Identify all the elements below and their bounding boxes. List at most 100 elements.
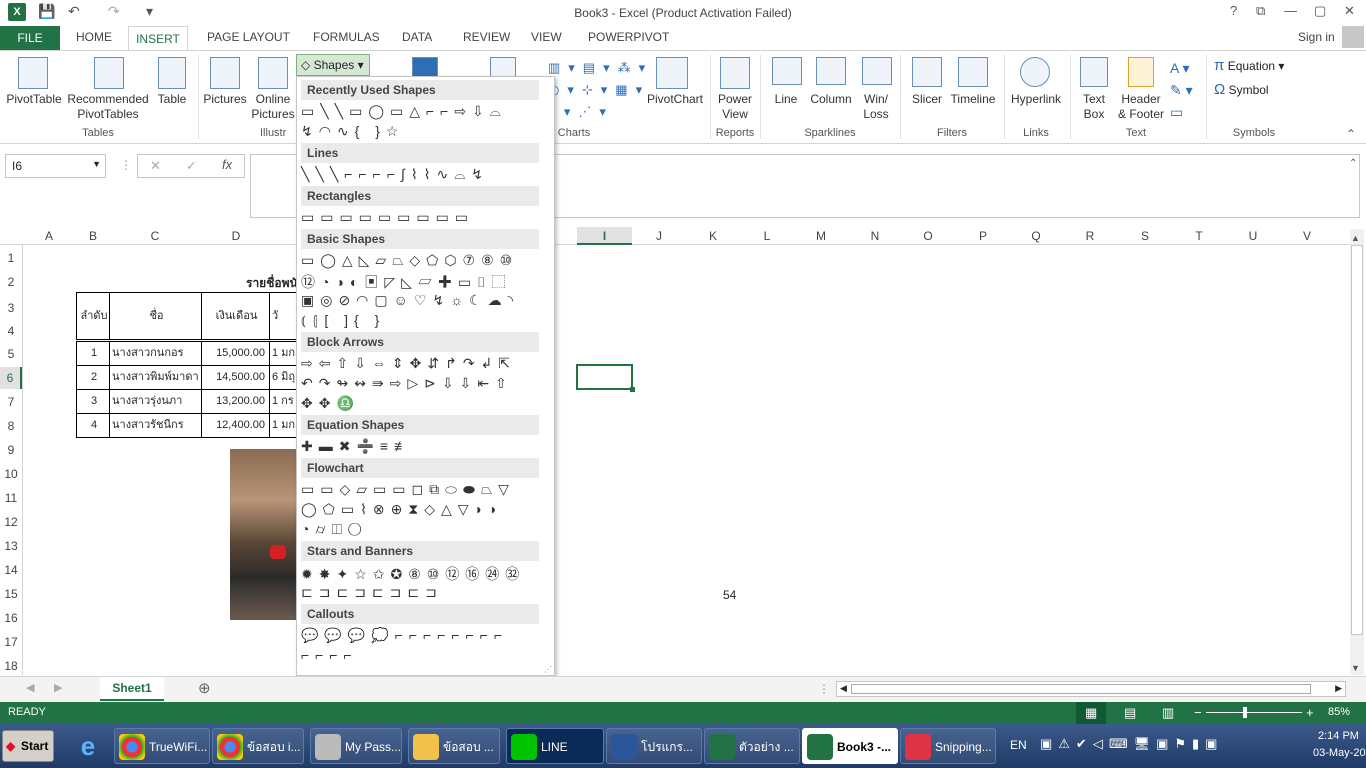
taskbar-item-book3[interactable]: Book3 -... bbox=[802, 728, 898, 764]
tab-view[interactable]: VIEW bbox=[531, 30, 562, 44]
tab-page-layout[interactable]: PAGE LAYOUT bbox=[207, 30, 290, 44]
header-cell-order[interactable]: ลำดับ bbox=[76, 292, 110, 340]
tab-insert[interactable]: INSERT bbox=[128, 26, 188, 52]
sparkline-winloss-button[interactable]: Win/ Loss bbox=[856, 92, 896, 122]
help-button[interactable]: ? bbox=[1230, 3, 1237, 18]
shapes-button[interactable]: ◇ Shapes ▾ bbox=[296, 54, 370, 76]
table-cell[interactable]: 6 มิถุ bbox=[269, 365, 297, 390]
resize-grip-icon[interactable]: ⋰ bbox=[544, 665, 552, 674]
sparkline-column-button[interactable]: Column bbox=[806, 92, 856, 107]
header-cell-name[interactable]: ชื่อ bbox=[109, 292, 202, 340]
header-footer-button[interactable]: Header & Footer bbox=[1114, 92, 1168, 122]
wordart-icon[interactable]: A ▾ ✎ ▾ ▭ bbox=[1170, 57, 1193, 123]
collapse-ribbon-icon[interactable]: ⌃ bbox=[1346, 127, 1356, 141]
tab-review[interactable]: REVIEW bbox=[463, 30, 510, 44]
column-header-b[interactable]: B bbox=[82, 229, 104, 243]
row-header[interactable]: 8 bbox=[0, 419, 22, 433]
row-header[interactable]: 7 bbox=[0, 395, 22, 409]
tab-file[interactable]: FILE bbox=[0, 26, 60, 50]
row-header[interactable]: 2 bbox=[0, 275, 22, 289]
shapes-row[interactable]: 💬💬💬💭⌐⌐⌐⌐⌐⌐⌐⌐ bbox=[301, 627, 508, 644]
row-header[interactable]: 10 bbox=[0, 467, 22, 481]
shapes-row[interactable]: ↶↷↬↭⇛⇨▷⊳⇩⇩⇤⇧ bbox=[301, 375, 513, 392]
zoom-slider-thumb[interactable] bbox=[1243, 707, 1247, 718]
column-header-l[interactable]: L bbox=[756, 229, 778, 243]
row-header[interactable]: 4 bbox=[0, 324, 22, 338]
fill-handle[interactable] bbox=[630, 387, 635, 392]
taskbar-item-truewifi[interactable]: TrueWiFi... bbox=[114, 728, 210, 764]
prev-sheet-icon[interactable]: ◀ bbox=[26, 681, 34, 694]
inserted-photo[interactable] bbox=[230, 449, 297, 620]
table-cell[interactable]: 2 bbox=[76, 365, 110, 390]
page-break-view-icon[interactable]: ▥ bbox=[1162, 705, 1174, 721]
user-avatar[interactable] bbox=[1342, 26, 1364, 48]
row-header[interactable]: 15 bbox=[0, 587, 22, 601]
row-header-selected[interactable]: 6 bbox=[0, 367, 22, 389]
taskbar-item-excel-example[interactable]: ตัวอย่าง ... bbox=[704, 728, 800, 764]
close-button[interactable]: ✕ bbox=[1344, 3, 1355, 19]
table-cell[interactable]: 4 bbox=[76, 413, 110, 438]
horizontal-scrollbar[interactable]: ◀ ▶ bbox=[836, 681, 1346, 697]
shapes-row[interactable]: ⦅⦃[ ]{ } bbox=[301, 312, 385, 329]
column-header-u[interactable]: U bbox=[1242, 229, 1264, 243]
row-header[interactable]: 9 bbox=[0, 443, 22, 457]
pivottable-button[interactable]: PivotTable bbox=[4, 92, 64, 107]
row-header[interactable]: 13 bbox=[0, 539, 22, 553]
minimize-button[interactable]: — bbox=[1284, 3, 1297, 18]
scrollbar-thumb[interactable] bbox=[1351, 245, 1363, 635]
shapes-row[interactable]: ⌐⌐⌐⌐ bbox=[301, 647, 358, 663]
slicer-button[interactable]: Slicer bbox=[904, 92, 950, 107]
table-cell[interactable]: 3 bbox=[76, 389, 110, 414]
add-sheet-icon[interactable]: ⊕ bbox=[198, 679, 211, 697]
system-tray-icons[interactable]: ▣⚠✔◁⌨🖥▣⚑▮▣ bbox=[1040, 736, 1223, 752]
next-sheet-icon[interactable]: ▶ bbox=[54, 681, 62, 694]
column-header-r[interactable]: R bbox=[1079, 229, 1101, 243]
scrollbar-thumb[interactable] bbox=[851, 684, 1311, 694]
scroll-up-icon[interactable]: ▲ bbox=[1351, 233, 1360, 243]
column-header-p[interactable]: P bbox=[972, 229, 994, 243]
internet-explorer-icon[interactable]: e bbox=[70, 728, 106, 764]
row-header[interactable]: 5 bbox=[0, 347, 22, 361]
scroll-right-icon[interactable]: ▶ bbox=[1335, 683, 1342, 694]
shapes-row[interactable]: ╲╲╲⌐⌐⌐⌐∫⌇⌇∿⌓↯ bbox=[301, 166, 489, 183]
row-header[interactable]: 3 bbox=[0, 301, 22, 315]
zoom-out-button[interactable]: − bbox=[1194, 705, 1202, 720]
pivotchart-button[interactable]: PivotChart bbox=[640, 92, 710, 107]
scroll-down-icon[interactable]: ▼ bbox=[1351, 663, 1360, 673]
clock-time[interactable]: 2:14 PM bbox=[1318, 730, 1359, 742]
page-layout-view-icon[interactable]: ▤ bbox=[1124, 705, 1136, 721]
taskbar-item-folder[interactable]: ข้อสอบ ... bbox=[408, 728, 500, 764]
tab-powerpivot[interactable]: POWERPIVOT bbox=[588, 30, 669, 44]
column-header-q[interactable]: Q bbox=[1025, 229, 1047, 243]
shapes-row[interactable]: ✥✥♎ bbox=[301, 395, 360, 412]
table-cell[interactable]: 12,400.00 bbox=[201, 413, 270, 438]
selected-cell-i6[interactable] bbox=[576, 364, 635, 392]
zoom-in-button[interactable]: + bbox=[1306, 705, 1314, 720]
clock-date[interactable]: 03-May-20 bbox=[1313, 747, 1366, 759]
table-cell[interactable]: 1 bbox=[76, 341, 110, 366]
recommended-pivottables-button[interactable]: Recommended PivotTables bbox=[64, 92, 152, 122]
table-cell[interactable]: นางสาวกนกอร bbox=[109, 341, 202, 366]
scroll-left-icon[interactable]: ◀ bbox=[840, 683, 847, 694]
sign-in-link[interactable]: Sign in bbox=[1298, 30, 1335, 44]
table-cell[interactable]: 1 กร bbox=[269, 389, 297, 414]
table-cell[interactable]: 13,200.00 bbox=[201, 389, 270, 414]
enter-icon[interactable]: ✓ bbox=[186, 158, 197, 174]
tab-formulas[interactable]: FORMULAS bbox=[313, 30, 380, 44]
taskbar-item-line[interactable]: LINE bbox=[506, 728, 604, 764]
column-header-v[interactable]: V bbox=[1296, 229, 1318, 243]
start-button[interactable]: ◆ Start bbox=[2, 730, 54, 762]
shapes-row[interactable]: ↯◠∿{ }☆ bbox=[301, 123, 404, 140]
column-header-c[interactable]: C bbox=[144, 229, 166, 243]
row-header[interactable]: 11 bbox=[0, 491, 22, 505]
shapes-row[interactable]: ⊏⊐⊏⊐⊏⊐⊏⊐ bbox=[301, 584, 443, 601]
row-header[interactable]: 17 bbox=[0, 635, 22, 649]
insert-function-icon[interactable]: fx bbox=[222, 157, 232, 172]
row-header[interactable]: 16 bbox=[0, 611, 22, 625]
header-cell-date[interactable]: วั bbox=[269, 292, 297, 340]
hyperlink-button[interactable]: Hyperlink bbox=[1006, 92, 1066, 107]
table-button[interactable]: Table bbox=[152, 92, 192, 107]
shapes-row[interactable]: ▭╲╲▭◯▭△⌐⌐⇨⇩⌓ bbox=[301, 103, 507, 120]
ribbon-display-button[interactable]: ⧉ bbox=[1256, 3, 1265, 19]
zoom-slider[interactable] bbox=[1206, 712, 1302, 713]
